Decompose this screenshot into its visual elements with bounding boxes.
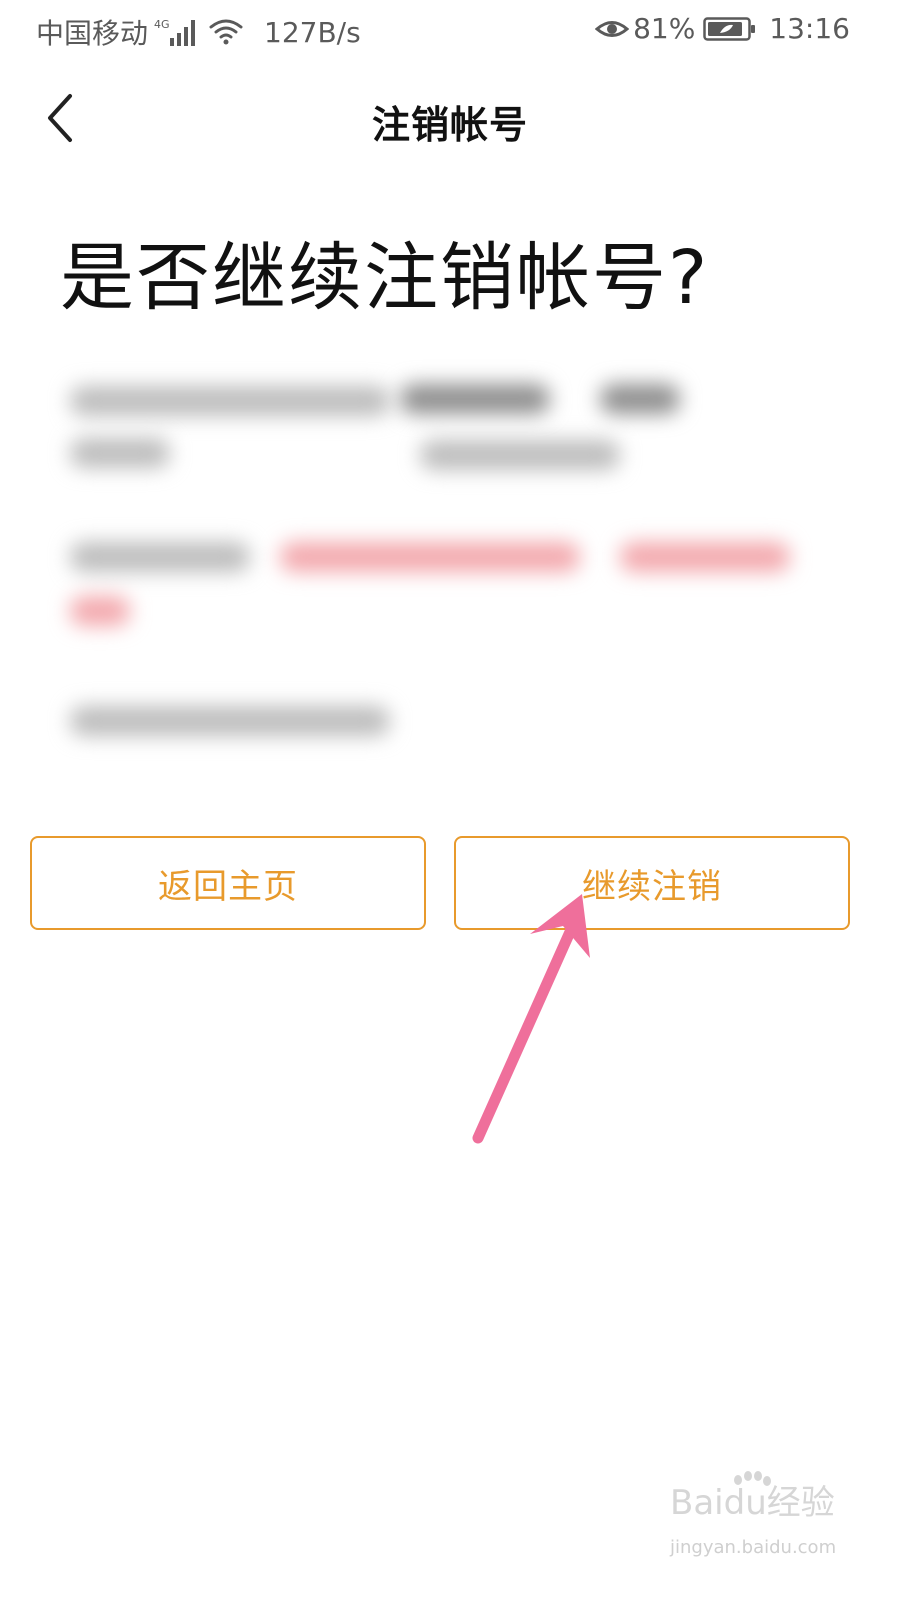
- blurred-line: [70, 438, 170, 468]
- blurred-line: [620, 542, 790, 572]
- blurred-line: [420, 440, 620, 470]
- network-type-label: 4G: [154, 18, 170, 31]
- nav-bar: 注销帐号: [0, 70, 900, 166]
- battery-icon: [703, 16, 756, 41]
- battery-percent: 81%: [633, 12, 696, 45]
- eye-icon: [595, 20, 630, 37]
- page-title: 注销帐号: [371, 103, 528, 147]
- watermark: Baidu经验 jingyan.baidu.com: [670, 1470, 850, 1560]
- status-bar-left: 中国移动 4G 127B/s: [36, 12, 361, 52]
- baidu-jingyan-logo: Baidu经验: [670, 1471, 835, 1523]
- wifi-icon: [209, 19, 243, 45]
- status-bar-right: 81% 13:16: [595, 12, 850, 45]
- watermark-url: jingyan.baidu.com: [670, 1537, 837, 1558]
- blurred-content: [60, 370, 820, 790]
- confirm-heading: 是否继续注销帐号?: [60, 235, 710, 321]
- blurred-line: [70, 706, 390, 736]
- signal-icon: 4G: [154, 18, 196, 46]
- blurred-line: [280, 542, 580, 572]
- blurred-line: [70, 542, 250, 572]
- clock: 13:16: [769, 12, 850, 45]
- action-button-row: 返回主页 继续注销: [30, 836, 854, 934]
- blurred-line: [600, 384, 680, 414]
- network-speed: 127B/s: [264, 15, 361, 49]
- blurred-line: [70, 386, 390, 416]
- carrier-label: 中国移动: [36, 17, 149, 50]
- watermark-logo-text: Baidu经验: [670, 1483, 835, 1523]
- annotation-arrow-icon: [472, 894, 590, 1144]
- blurred-line: [400, 384, 550, 414]
- blurred-line: [70, 596, 130, 626]
- status-bar: 中国移动 4G 127B/s 81% 13:16: [0, 0, 900, 62]
- back-to-home-button[interactable]: 返回主页: [30, 836, 426, 930]
